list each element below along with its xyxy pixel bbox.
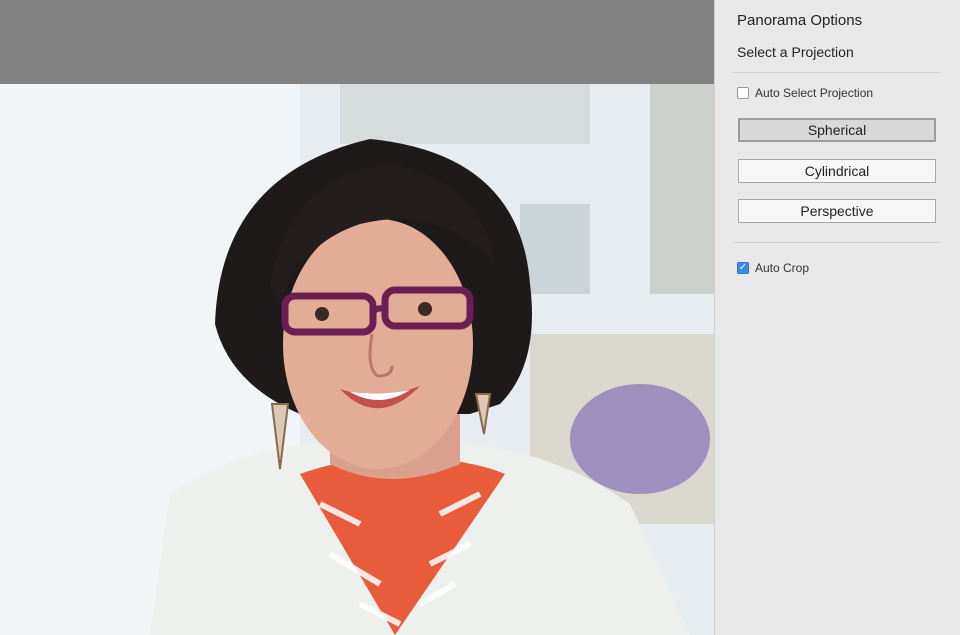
- divider: [733, 72, 941, 73]
- cylindrical-button[interactable]: Cylindrical: [738, 159, 936, 183]
- face: [283, 219, 473, 469]
- projection-heading: Select a Projection: [737, 44, 854, 60]
- right-eye: [418, 302, 432, 316]
- panel-title: Panorama Options: [737, 12, 863, 29]
- divider: [733, 242, 941, 243]
- preview-photo: [0, 84, 714, 635]
- perspective-button[interactable]: Perspective: [738, 199, 936, 223]
- panorama-preview-area: [0, 0, 714, 635]
- auto-crop-checkbox[interactable]: ✓ Auto Crop: [737, 261, 809, 275]
- background-frame-middle: [520, 204, 590, 294]
- auto-crop-label: Auto Crop: [755, 261, 810, 275]
- background-painting-flower: [570, 384, 710, 494]
- checkbox-unchecked-icon[interactable]: [737, 87, 749, 99]
- auto-select-projection-checkbox[interactable]: Auto Select Projection: [737, 86, 873, 100]
- panorama-options-panel: Panorama Options Select a Projection Aut…: [714, 0, 960, 635]
- spherical-button[interactable]: Spherical: [738, 118, 936, 142]
- portrait-image: [0, 84, 714, 635]
- glasses-bridge: [370, 305, 387, 315]
- left-eye: [315, 307, 329, 321]
- checkmark-icon: ✓: [738, 262, 748, 273]
- background-frame-top: [340, 84, 590, 144]
- auto-select-projection-label: Auto Select Projection: [755, 86, 874, 100]
- background-frame-right: [650, 84, 714, 294]
- checkbox-checked-icon[interactable]: ✓: [737, 262, 749, 274]
